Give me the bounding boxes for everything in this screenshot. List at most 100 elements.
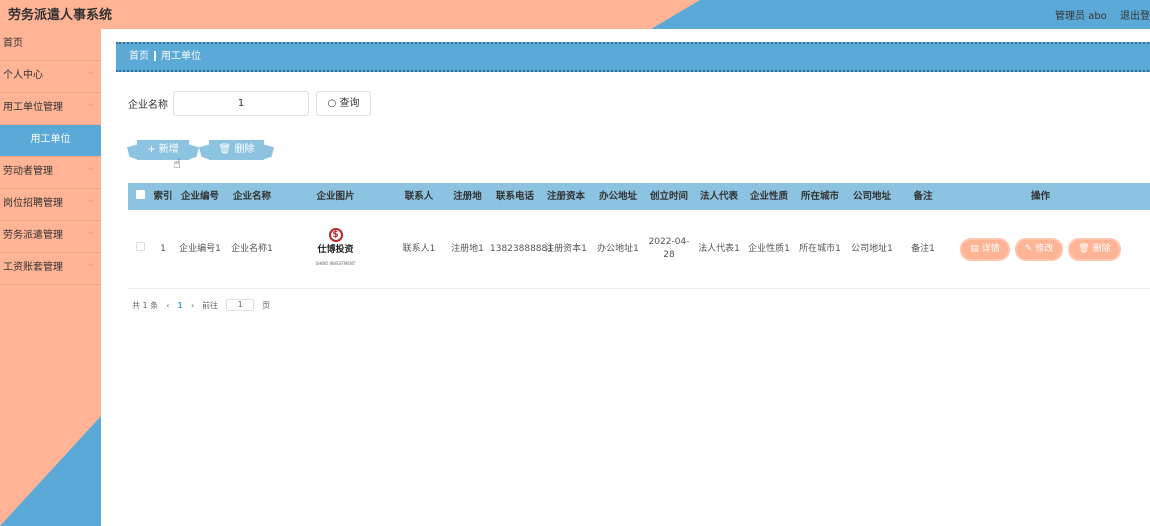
column-header: 联系人 bbox=[404, 191, 434, 202]
row-actions: ▤ 详情 ✎ 修改 🗑 删除 bbox=[948, 239, 1133, 259]
select-all-checkbox[interactable] bbox=[135, 190, 145, 199]
chevron-down-icon: ﹀ bbox=[87, 231, 95, 240]
app-title: 劳务派遣人事系统 bbox=[8, 8, 113, 23]
chevron-down-icon: ﹀ bbox=[87, 167, 95, 176]
sidebar-menu: 首页 个人中心 ﹀ 用工单位管理 ﹀ 用工单位 劳动者管理 ﹀ 岗位招聘管理 ﹀ 劳务派遣管理 ﹀ 工资… bbox=[0, 29, 101, 285]
user-label: 管理员 abo bbox=[1055, 11, 1107, 22]
sidebar-item[interactable]: 工资账套管理 ﹀ bbox=[0, 253, 101, 285]
table-row: 1 企业编号1 企业名称1 $ 仕博投资 SHIBO INVESTMENT 联系人1 注册地1… bbox=[128, 210, 1150, 289]
hand-cursor-icon: ☝ bbox=[173, 157, 181, 172]
sidebar-item-label: 个人中心 bbox=[3, 70, 43, 81]
chevron-down-icon: ﹀ bbox=[87, 103, 95, 112]
search-button-label: 查询 bbox=[339, 98, 360, 109]
search-button[interactable]: ○ 查询 bbox=[316, 91, 371, 116]
column-header: 企业编号 bbox=[180, 191, 219, 202]
sidebar-item-label: 工资账套管理 bbox=[3, 262, 63, 273]
add-button[interactable]: + 新增 bbox=[137, 140, 189, 160]
sidebar-item[interactable]: 个人中心 ﹀ bbox=[0, 61, 101, 93]
breadcrumb-home[interactable]: 首页 bbox=[129, 51, 149, 62]
edit-button-label: 修改 bbox=[1035, 243, 1054, 254]
sidebar-item[interactable]: 劳务派遣管理 ﹀ bbox=[0, 221, 101, 253]
chevron-down-icon: ﹀ bbox=[87, 71, 95, 80]
sidebar-item[interactable]: 用工单位 bbox=[0, 125, 101, 157]
main-content: 首页 用工单位 企业名称 1 ○ 查询 + 新增 🗑 删除 ☝ 索引 企业编号 企业名… bbox=[101, 29, 1150, 526]
sidebar-decoration bbox=[0, 416, 101, 526]
logout-link[interactable]: 退出登 bbox=[1120, 11, 1150, 22]
cell-legal: 法人代表1 bbox=[698, 243, 740, 254]
column-header: 索引 bbox=[153, 191, 173, 202]
cell-capital: 注册资本1 bbox=[545, 243, 587, 254]
logo-subtitle: SHIBO INVESTMENT bbox=[315, 261, 356, 266]
cell-founded: 2022-04-28 bbox=[648, 237, 690, 260]
pager-next-icon[interactable]: › bbox=[191, 301, 194, 310]
user-area: 管理员 abo 退出登 bbox=[1045, 7, 1150, 22]
plus-icon: + bbox=[147, 144, 156, 155]
sidebar: 首页 个人中心 ﹀ 用工单位管理 ﹀ 用工单位 劳动者管理 ﹀ 岗位招聘管理 ﹀ 劳务派遣管理 ﹀ 工资… bbox=[0, 29, 101, 526]
column-header: 联系电话 bbox=[495, 191, 534, 202]
row-delete-button[interactable]: 🗑 删除 bbox=[1070, 239, 1119, 259]
cell-name: 企业名称1 bbox=[231, 243, 273, 254]
add-button-label: 新增 bbox=[158, 144, 179, 155]
sidebar-item[interactable]: 劳动者管理 ﹀ bbox=[0, 157, 101, 189]
sidebar-item-label: 劳务派遣管理 bbox=[3, 230, 63, 241]
sidebar-item-label: 用工单位 bbox=[30, 134, 71, 145]
data-table: 索引 企业编号 企业名称 企业图片 联系人 注册地 联系电话 注册资本 办公地址 创立时间 法人代表… bbox=[128, 183, 1150, 289]
breadcrumb-separator bbox=[154, 51, 156, 61]
table-header: 索引 企业编号 企业名称 企业图片 联系人 注册地 联系电话 注册资本 办公地址 创立时间 法人代表… bbox=[128, 183, 1150, 210]
breadcrumb-current: 用工单位 bbox=[161, 51, 201, 62]
pager-current-page[interactable]: 1 bbox=[177, 301, 183, 310]
pager-prev-icon[interactable]: ‹ bbox=[166, 301, 169, 310]
pager-goto-input[interactable]: 1 bbox=[226, 299, 255, 311]
cell-contact: 联系人1 bbox=[402, 243, 436, 254]
cell-phone: 13823888881 bbox=[490, 243, 553, 254]
pager-page-unit: 页 bbox=[262, 300, 271, 310]
logo-mark-icon: $ bbox=[328, 228, 343, 242]
column-header: 所在城市 bbox=[800, 191, 839, 202]
cell-office: 办公地址1 bbox=[597, 243, 639, 254]
cell-city: 所在城市1 bbox=[799, 243, 841, 254]
trash-icon: 🗑 bbox=[218, 144, 232, 155]
sidebar-item[interactable]: 用工单位管理 ﹀ bbox=[0, 93, 101, 125]
cell-remark: 备注1 bbox=[911, 243, 935, 254]
sidebar-item-label: 劳动者管理 bbox=[3, 166, 53, 177]
pager-total: 共 1 条 bbox=[132, 300, 159, 310]
pencil-icon: ✎ bbox=[1024, 243, 1033, 254]
sidebar-item[interactable]: 首页 bbox=[0, 29, 101, 61]
sidebar-item-label: 用工单位管理 bbox=[3, 102, 63, 113]
table-body: 1 企业编号1 企业名称1 $ 仕博投资 SHIBO INVESTMENT 联系人1 注册地1… bbox=[128, 210, 1150, 289]
column-header: 注册资本 bbox=[546, 191, 585, 202]
pagination: 共 1 条 ‹ 1 › 前往 1 页 bbox=[132, 299, 270, 311]
column-header: 企业名称 bbox=[232, 191, 271, 202]
column-header: 公司地址 bbox=[852, 191, 891, 202]
delete-button[interactable]: 🗑 删除 bbox=[209, 140, 264, 160]
delete-button-label: 删除 bbox=[234, 144, 255, 155]
trash-icon: 🗑 bbox=[1078, 243, 1090, 254]
sidebar-item[interactable]: 岗位招聘管理 ﹀ bbox=[0, 189, 101, 221]
pager-goto-label: 前往 bbox=[202, 300, 219, 310]
search-icon: ○ bbox=[327, 98, 337, 109]
cell-address: 公司地址1 bbox=[851, 243, 893, 254]
search-bar: 企业名称 1 ○ 查询 bbox=[128, 91, 371, 116]
sidebar-item-label: 岗位招聘管理 bbox=[3, 198, 63, 209]
row-delete-button-label: 删除 bbox=[1092, 243, 1111, 254]
company-logo-cell: $ 仕博投资 SHIBO INVESTMENT bbox=[278, 228, 393, 270]
doc-icon: ▤ bbox=[970, 243, 979, 254]
column-header: 备注 bbox=[913, 191, 933, 202]
column-header: 创立时间 bbox=[649, 191, 688, 202]
column-header: 企业图片 bbox=[316, 191, 355, 202]
row-checkbox[interactable] bbox=[135, 242, 145, 251]
column-header: 注册地 bbox=[453, 191, 482, 202]
detail-button[interactable]: ▤ 详情 bbox=[962, 239, 1008, 259]
edit-button[interactable]: ✎ 修改 bbox=[1016, 239, 1062, 259]
chevron-down-icon: ﹀ bbox=[87, 263, 95, 272]
column-header: 法人代表 bbox=[699, 191, 738, 202]
sidebar-item-label: 首页 bbox=[3, 38, 23, 49]
cell-reg-place: 注册地1 bbox=[451, 243, 484, 254]
column-header: 操作 bbox=[1030, 191, 1050, 202]
search-input[interactable]: 1 bbox=[173, 91, 309, 116]
top-header: 劳务派遣人事系统 管理员 abo 退出登 bbox=[0, 0, 1150, 29]
cell-index: 1 bbox=[160, 243, 166, 254]
cell-nature: 企业性质1 bbox=[748, 243, 790, 254]
column-header: 办公地址 bbox=[598, 191, 637, 202]
logo-name: 仕博投资 bbox=[317, 245, 354, 255]
